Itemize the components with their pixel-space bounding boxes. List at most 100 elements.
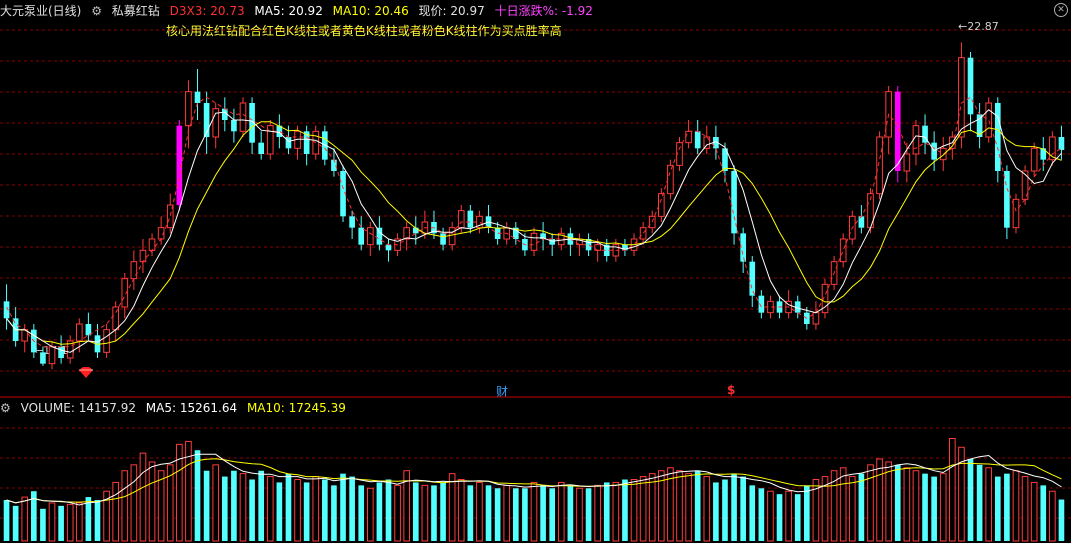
candle-body (48, 346, 56, 365)
volume-bar (75, 502, 83, 542)
candle-body (858, 216, 865, 228)
volume-bar (239, 473, 247, 542)
volume-bar (285, 473, 292, 541)
volume-bar (876, 458, 883, 542)
volume-bar (794, 494, 801, 541)
candle-body (985, 102, 993, 138)
volume-bar (66, 503, 74, 542)
volume-bar (294, 479, 301, 542)
candle-body (194, 91, 201, 103)
candle-body (103, 329, 110, 353)
volume-bar (804, 485, 810, 541)
candle-body (549, 239, 556, 245)
volume-bar (776, 494, 783, 541)
volume-bar (867, 464, 874, 542)
volume-bar (366, 487, 374, 542)
candle-body (839, 238, 847, 263)
volume-bar (376, 482, 383, 541)
volume-bar (612, 481, 620, 542)
candle-body (231, 120, 237, 132)
red-diamond-icon (79, 367, 93, 378)
volume-bar (994, 476, 1001, 541)
candle-body (1058, 137, 1065, 151)
volume-bar (912, 470, 920, 542)
candle-body (967, 57, 974, 115)
volume-bar (549, 488, 556, 541)
candle-body (385, 244, 392, 251)
volume-bar (21, 496, 29, 542)
candle-body (239, 102, 247, 132)
volume-bar (894, 464, 901, 541)
volume-bar (694, 470, 701, 541)
candle-body (112, 306, 119, 331)
candle-body (148, 238, 156, 251)
volume-bar (949, 438, 956, 542)
volume-bar (639, 476, 647, 542)
candle-body (912, 125, 920, 155)
candle-body (376, 227, 383, 245)
volume-bar (740, 476, 746, 541)
candle-body (349, 216, 355, 228)
candle-body (366, 227, 374, 246)
volume-bar (839, 467, 847, 542)
volume-bar (412, 482, 419, 541)
volume-bar (85, 497, 92, 541)
candle-body (876, 136, 883, 195)
volume-bar (749, 485, 756, 541)
volume-bar (603, 482, 610, 541)
volume-bar (58, 505, 64, 541)
candle-body (958, 57, 965, 138)
volume-bar (557, 481, 565, 542)
candle-body (130, 261, 138, 280)
volume-bar (349, 476, 355, 541)
candle-body (40, 352, 46, 364)
volume-bar (503, 484, 511, 542)
volume-bar (703, 476, 711, 542)
volume-bar (331, 485, 337, 541)
volume-bar (194, 450, 201, 541)
candle-body (903, 153, 911, 172)
volume-bar (431, 485, 437, 541)
candle-body (931, 142, 937, 160)
volume-bar (157, 470, 165, 542)
volume-bar (1004, 473, 1010, 541)
volume-bar (512, 488, 519, 541)
volume-bar (1049, 490, 1056, 542)
volume-bar (485, 485, 492, 541)
volume-bar (231, 470, 237, 541)
candle-body (285, 137, 292, 149)
candle-body (75, 323, 83, 342)
volume-bar (858, 473, 865, 541)
volume-bar (340, 473, 346, 541)
volume-bar (685, 473, 692, 542)
volume-bar (121, 470, 129, 542)
volume-bar (312, 476, 320, 542)
volume-bar (258, 470, 264, 541)
candle-body (1004, 171, 1010, 228)
kline-chart[interactable] (0, 0, 1071, 543)
volume-bar (722, 479, 728, 541)
volume-bar (203, 470, 210, 541)
volume-bar (221, 476, 228, 541)
volume-bar (448, 473, 456, 542)
volume-bar (358, 485, 365, 541)
volume-bar (276, 482, 283, 541)
volume-bar (567, 485, 574, 541)
volume-bar (985, 467, 993, 542)
candle-body (685, 130, 692, 144)
volume-bar (731, 473, 737, 541)
candle-body (448, 227, 456, 246)
candle-body (185, 91, 192, 127)
volume-bar (676, 470, 683, 542)
volume-bar (1058, 499, 1065, 541)
candle-body (258, 142, 264, 154)
volume-bar (758, 488, 765, 541)
volume-bar (922, 473, 928, 541)
volume-bar (40, 508, 46, 541)
volume-bar (903, 467, 911, 542)
volume-bar (967, 459, 974, 541)
candle-body (457, 210, 465, 229)
volume-bar (522, 488, 528, 541)
volume-bar (12, 505, 19, 541)
volume-bar (576, 487, 583, 542)
